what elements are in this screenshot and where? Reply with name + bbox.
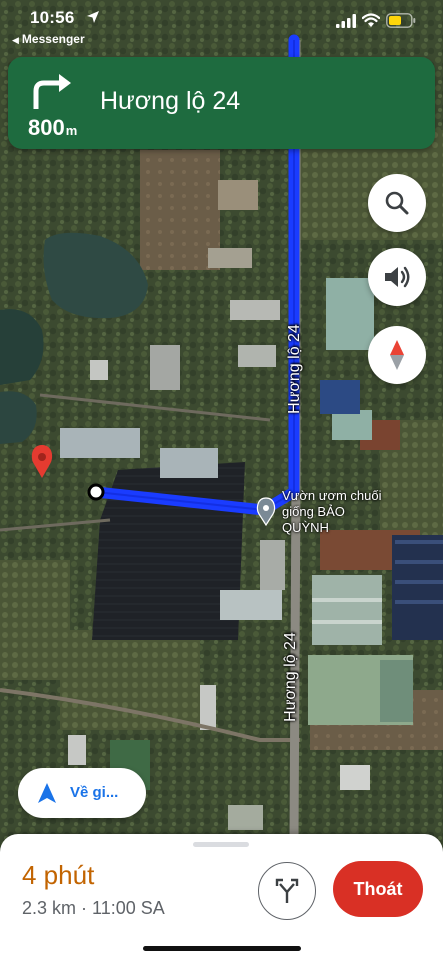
place-label[interactable]: Vườn ươm chuối giống BẢO QUỲNH [282, 488, 392, 536]
back-triangle-icon: ◀ [12, 35, 19, 45]
status-time: 10:56 [30, 8, 75, 27]
street-name: Hương lộ 24 [100, 87, 241, 115]
turn-distance: 800m [28, 115, 77, 141]
battery-icon [386, 13, 416, 28]
search-icon [385, 191, 409, 215]
compass-icon [390, 340, 404, 370]
turn-distance-unit: m [65, 123, 78, 138]
recenter-label: Về gi... [70, 784, 119, 801]
compass-button[interactable] [368, 326, 426, 384]
exit-navigation-button[interactable]: Thoát [333, 861, 423, 917]
back-app-label: Messenger [21, 32, 85, 46]
wifi-icon [362, 13, 380, 27]
start-point-marker [87, 483, 105, 501]
eta-details: 2.3 km · 11:00 SA [22, 898, 165, 918]
road-label-bottom: Hương lộ 24 [282, 632, 299, 722]
volume-icon [385, 266, 410, 288]
eta-duration: 4 phút [22, 860, 95, 890]
turn-right-icon [33, 74, 71, 109]
trip-bottom-sheet[interactable]: 4 phút 2.3 km · 11:00 SA Thoát [0, 834, 443, 960]
location-arrow-icon [87, 11, 99, 23]
sound-button[interactable] [368, 248, 426, 306]
navigation-banner[interactable]: 800m Hương lộ 24 [8, 57, 435, 149]
sheet-drag-handle[interactable] [193, 842, 249, 847]
route-fork-icon [275, 878, 299, 903]
road-label-top: Hương lộ 24 [286, 324, 303, 414]
status-bar: 10:56 ◀ Messenger [0, 0, 443, 50]
recenter-button[interactable]: Về gi... [18, 768, 146, 818]
alternate-routes-button[interactable] [258, 862, 316, 920]
home-indicator[interactable] [143, 946, 301, 951]
turn-distance-value: 800 [28, 115, 65, 140]
back-to-app-link[interactable]: ◀ Messenger [12, 32, 85, 46]
navigation-arrow-icon [38, 783, 56, 803]
search-button[interactable] [368, 174, 426, 232]
cellular-signal-icon [336, 14, 356, 28]
